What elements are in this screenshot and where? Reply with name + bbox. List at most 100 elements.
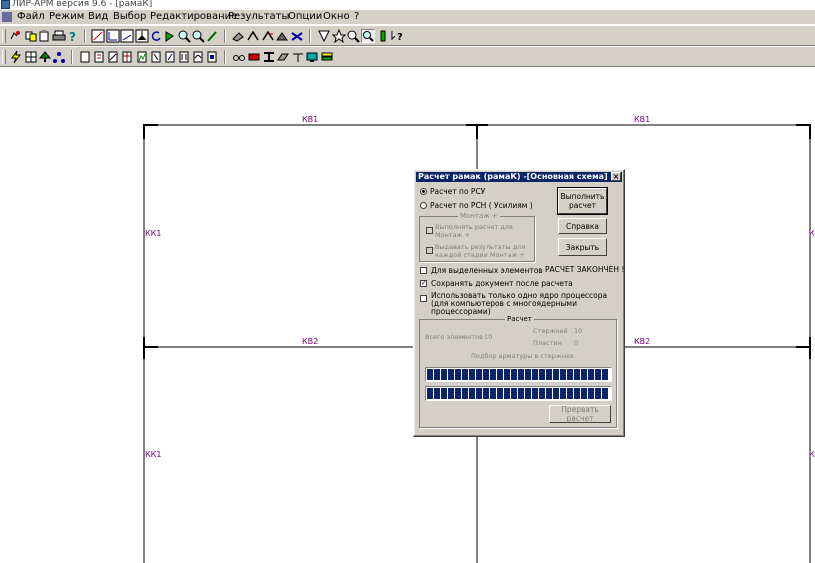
doc-forces-icon[interactable] xyxy=(149,50,163,64)
lightning-icon[interactable] xyxy=(9,50,23,64)
menu-options[interactable]: Опции xyxy=(288,11,322,22)
section-icon[interactable] xyxy=(262,50,276,64)
rotate-icon[interactable] xyxy=(149,29,163,43)
progress-segment xyxy=(469,388,475,399)
progress-segment xyxy=(588,369,594,380)
load2-icon[interactable] xyxy=(261,29,275,43)
progress-segment xyxy=(539,369,545,380)
paste-icon[interactable] xyxy=(38,29,52,43)
hinge-icon[interactable] xyxy=(291,50,305,64)
progress-segment xyxy=(448,369,454,380)
app-icon[interactable] xyxy=(1,0,10,9)
load-icon[interactable] xyxy=(246,29,260,43)
menu-mode[interactable]: Режим xyxy=(49,11,84,22)
star-icon[interactable] xyxy=(331,28,347,44)
montazh-results-checkbox[interactable] xyxy=(426,247,433,254)
progress-segment xyxy=(455,369,461,380)
axes-3d-icon[interactable] xyxy=(135,29,149,43)
selected-elements-checkbox[interactable] xyxy=(420,267,427,274)
abort-button[interactable]: Прервать расчет xyxy=(549,405,611,423)
axes-yz-icon[interactable] xyxy=(120,29,134,43)
palette-icon[interactable] xyxy=(320,50,334,64)
document-icon[interactable] xyxy=(2,12,12,22)
single-core-checkbox[interactable] xyxy=(420,295,427,302)
progress-caption: Подбор арматуры в стержнях xyxy=(471,352,574,360)
menu-select[interactable]: Выбор xyxy=(113,11,146,22)
toolbar-grip[interactable] xyxy=(2,29,6,43)
total-elements-label: Всего элементов xyxy=(425,333,483,341)
filter-icon[interactable] xyxy=(317,29,331,43)
progress-segment xyxy=(504,369,510,380)
progress-segment xyxy=(588,388,594,399)
progress-segment xyxy=(595,388,601,399)
load3-icon[interactable] xyxy=(275,29,289,43)
doc-table-icon[interactable] xyxy=(120,50,134,64)
radio-rsu-label: Расчет по РСУ xyxy=(430,187,486,196)
zoom-window-icon[interactable] xyxy=(346,29,360,43)
print-icon[interactable] xyxy=(52,29,66,43)
zoom-active-icon[interactable] xyxy=(361,29,375,43)
glasses-icon[interactable] xyxy=(232,50,246,64)
context-help-icon[interactable]: ? xyxy=(390,29,404,43)
copy-icon[interactable] xyxy=(24,29,38,43)
progress-segment xyxy=(532,388,538,399)
dialog-title-bar[interactable]: Расчет рамак (рамаК) -[Основная схема] × xyxy=(416,172,622,182)
menu-file[interactable]: Файл xyxy=(17,11,45,22)
tree-icon[interactable] xyxy=(38,50,52,64)
save-document-checkbox[interactable]: ✓ xyxy=(420,280,427,287)
menu-help[interactable]: ? xyxy=(354,11,359,22)
progress-bar-2-fill xyxy=(427,388,608,399)
menu-window[interactable]: Окно xyxy=(323,11,350,22)
close-icon[interactable]: × xyxy=(611,172,621,181)
menu-results[interactable]: Результаты xyxy=(228,11,289,22)
pan-icon[interactable] xyxy=(163,29,177,43)
montazh-calc-checkbox[interactable] xyxy=(426,227,433,234)
doc-report-icon[interactable] xyxy=(205,50,219,64)
rods-label: Стержней xyxy=(533,327,568,335)
doc-rebar-icon[interactable] xyxy=(177,50,191,64)
axes-x-icon[interactable] xyxy=(91,29,105,43)
menu-view[interactable]: Вид xyxy=(88,11,108,22)
axes-xz-icon[interactable] xyxy=(106,29,120,43)
tools-icon[interactable] xyxy=(290,29,304,43)
bottle-icon[interactable] xyxy=(376,29,390,43)
network-icon[interactable] xyxy=(52,50,66,64)
grid-icon[interactable] xyxy=(24,50,38,64)
progress-segment xyxy=(539,388,545,399)
plate-icon[interactable] xyxy=(276,50,290,64)
monitor-icon[interactable] xyxy=(305,50,319,64)
progress-segment xyxy=(546,369,552,380)
progress-segment xyxy=(525,369,531,380)
progress-segment xyxy=(567,388,573,399)
radio-rsu[interactable] xyxy=(420,188,427,195)
doc-arrow-icon[interactable] xyxy=(106,50,120,64)
svg-text:?: ? xyxy=(69,30,76,43)
doc-edit-icon[interactable] xyxy=(92,50,106,64)
doc-deform-icon[interactable] xyxy=(191,50,205,64)
progress-segment xyxy=(476,388,482,399)
close-button[interactable]: Закрыть xyxy=(558,238,607,256)
stiffness-icon[interactable] xyxy=(247,50,261,64)
svg-text:?: ? xyxy=(397,32,403,43)
help-button[interactable]: Справка xyxy=(558,218,607,234)
model-canvas[interactable]: КВ1 КВ1 КВ2 КВ2 КК1 КК1 К К xyxy=(0,67,815,563)
progress-segment xyxy=(483,388,489,399)
progress-segment xyxy=(574,388,580,399)
help-icon[interactable]: ? xyxy=(66,29,80,44)
toolbar-grip[interactable] xyxy=(2,50,6,64)
menu-edit[interactable]: Редактирование xyxy=(150,11,237,22)
doc-select-icon[interactable] xyxy=(78,50,92,64)
progress-segment xyxy=(581,388,587,399)
pencil-icon[interactable] xyxy=(205,29,219,43)
zoom-in-icon[interactable] xyxy=(177,29,191,43)
doc-stress-icon[interactable] xyxy=(163,50,177,64)
radio-rsn[interactable] xyxy=(420,202,427,209)
open-icon[interactable] xyxy=(9,29,23,43)
progress-bar-1-fill xyxy=(427,369,608,380)
eraser-icon[interactable] xyxy=(231,29,245,43)
rods-value: 10 xyxy=(574,327,583,335)
plates-value: 0 xyxy=(574,339,579,347)
doc-chart-icon[interactable] xyxy=(135,50,149,64)
zoom-out-icon[interactable] xyxy=(191,29,205,43)
run-button[interactable]: Выполнить расчет xyxy=(557,187,608,215)
